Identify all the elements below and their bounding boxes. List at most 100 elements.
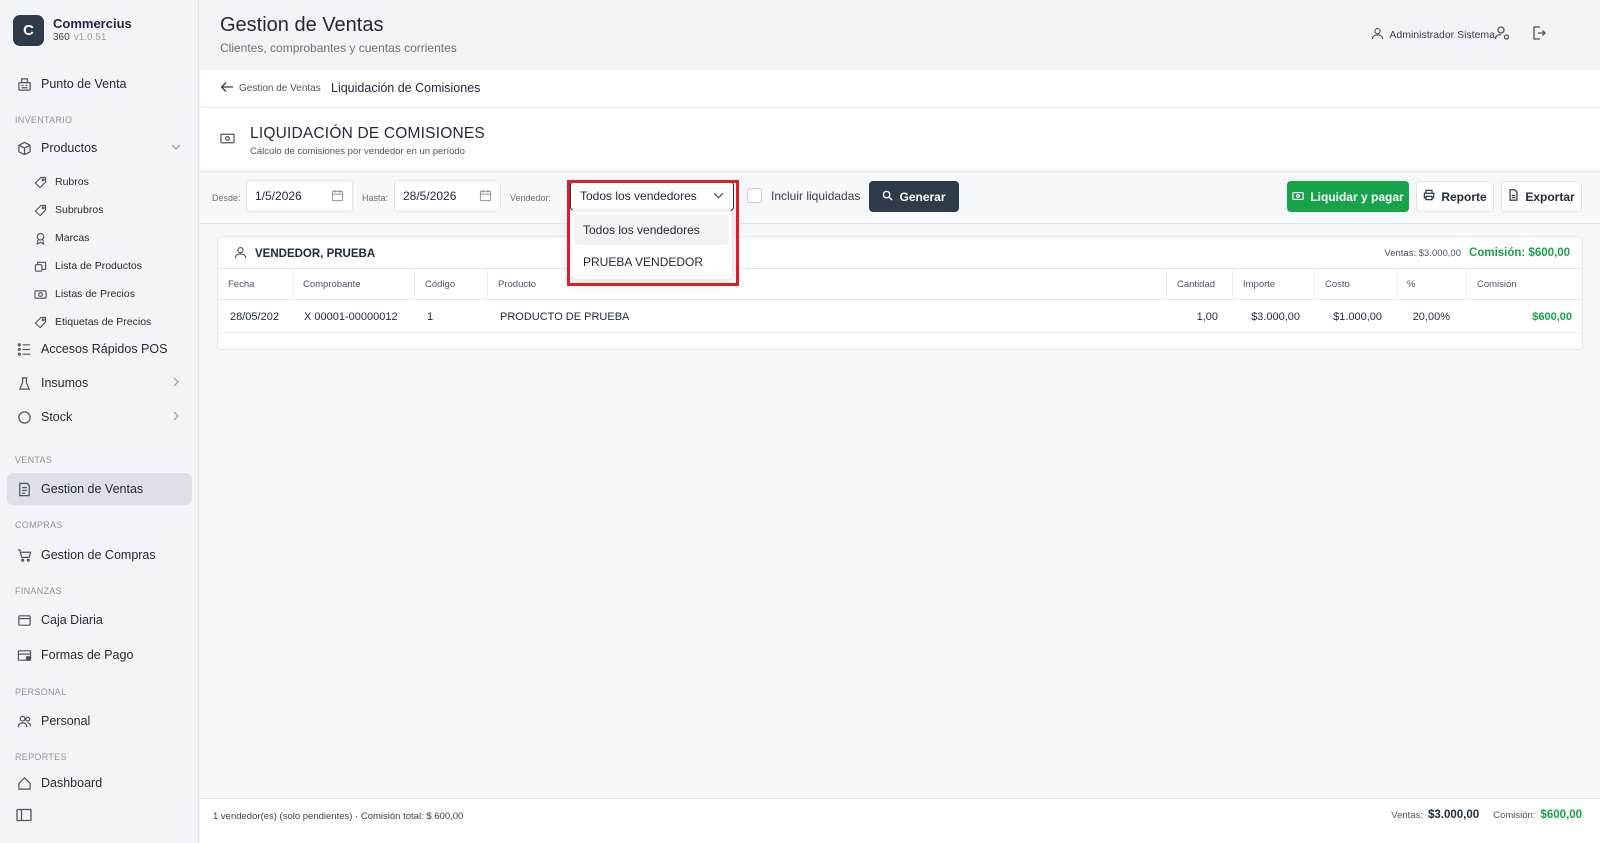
breadcrumb: Gestion de Ventas Liquidación de Comisio… bbox=[200, 70, 1600, 108]
footer-comision-value: $600,00 bbox=[1540, 809, 1582, 821]
box-icon bbox=[16, 140, 32, 156]
sidebar-item-formas-pago[interactable]: Formas de Pago bbox=[7, 639, 192, 671]
sidebar-item-label: Formas de Pago bbox=[41, 648, 134, 662]
section-label-compras: COMPRAS bbox=[15, 520, 63, 530]
tag-icon bbox=[33, 203, 47, 217]
cart-icon bbox=[16, 547, 32, 563]
sidebar-item-punto-venta[interactable]: Punto de Venta bbox=[7, 68, 192, 100]
dropdown-option-todos[interactable]: Todos los vendedores bbox=[574, 215, 729, 245]
vendedor-card: VENDEDOR, PRUEBA Ventas: $3.000,00 Comis… bbox=[217, 236, 1583, 350]
pos-register-icon bbox=[16, 76, 32, 92]
sidebar-item-caja-diaria[interactable]: Caja Diaria bbox=[7, 604, 192, 636]
table-row[interactable]: 28/05/202 X 00001-00000012 1 PRODUCTO DE… bbox=[218, 300, 1582, 333]
sidebar-item-gestion-compras[interactable]: Gestion de Compras bbox=[7, 539, 192, 571]
brand[interactable]: C Commercius 360 v1.0.51 bbox=[13, 15, 132, 46]
column-header[interactable]: Cantidad bbox=[1166, 269, 1232, 300]
cell-producto: PRODUCTO DE PRUEBA bbox=[500, 310, 630, 323]
sidebar-item-insumos[interactable]: Insumos bbox=[7, 367, 192, 399]
chevron-right-icon bbox=[170, 376, 182, 391]
app-name: Commercius bbox=[53, 15, 132, 31]
users-icon bbox=[16, 713, 32, 729]
sidebar-sub-label: Lista de Productos bbox=[55, 260, 142, 272]
sidebar-item-dashboard[interactable]: Dashboard bbox=[7, 772, 192, 794]
sidebar-sub-label: Etiquetas de Precios bbox=[55, 316, 152, 328]
app-edition: 360 bbox=[53, 31, 70, 43]
generar-button[interactable]: Generar bbox=[869, 181, 959, 212]
vendedor-label: Vendedor: bbox=[510, 193, 552, 203]
sidebar-sub-subrubros[interactable]: Subrubros bbox=[33, 198, 103, 222]
app-logo: C bbox=[13, 15, 44, 46]
cell-importe: $3.000,00 bbox=[1251, 310, 1300, 323]
reporte-button[interactable]: Reporte bbox=[1416, 181, 1494, 212]
column-header[interactable]: Comisión bbox=[1466, 269, 1582, 300]
column-header[interactable]: Código bbox=[414, 269, 487, 300]
tag-icon bbox=[33, 175, 47, 189]
sidebar-sub-rubros[interactable]: Rubros bbox=[33, 170, 89, 194]
breadcrumb-current: Liquidación de Comisiones bbox=[331, 81, 481, 95]
calendar-icon[interactable] bbox=[331, 189, 344, 205]
column-header[interactable]: % bbox=[1396, 269, 1466, 300]
sidebar-item-productos[interactable]: Productos bbox=[7, 132, 192, 164]
vendedor-comision: Comisión: $600,00 bbox=[1469, 247, 1570, 259]
hasta-value: 28/5/2026 bbox=[403, 189, 457, 203]
section-subtitle: Cálculo de comisiones por vendedor en un… bbox=[250, 146, 465, 157]
dropdown-option-prueba-vendedor[interactable]: PRUEBA VENDEDOR bbox=[574, 247, 729, 277]
column-header[interactable]: Fecha bbox=[218, 269, 292, 300]
user-name: Administrador Sistema bbox=[1389, 29, 1495, 41]
sidebar-sub-listas-precios[interactable]: Listas de Precios bbox=[33, 282, 135, 306]
logout-icon[interactable] bbox=[1531, 25, 1549, 43]
search-icon bbox=[882, 190, 899, 204]
table-header: Fecha Comprobante Código Producto Cantid… bbox=[218, 269, 1582, 300]
cell-fecha: 28/05/202 bbox=[230, 310, 279, 323]
section-label-inventario: INVENTARIO bbox=[15, 115, 73, 125]
breadcrumb-back-label: Gestion de Ventas bbox=[239, 83, 321, 94]
section-header: LIQUIDACIÓN DE COMISIONES Cálculo de com… bbox=[200, 108, 1600, 172]
sidebar-item-personal[interactable]: Personal bbox=[7, 705, 192, 737]
vendedor-name-label: VENDEDOR, PRUEBA bbox=[255, 248, 376, 260]
liquidar-pagar-label: Liquidar y pagar bbox=[1310, 189, 1404, 204]
sidebar-item-label: Productos bbox=[41, 141, 98, 155]
banknote-icon bbox=[1292, 190, 1310, 204]
sidebar-item-label: Punto de Venta bbox=[41, 77, 127, 91]
hasta-date-input[interactable]: 28/5/2026 bbox=[394, 180, 501, 212]
page-subtitle: Clientes, comprobantes y cuentas corrien… bbox=[220, 41, 457, 55]
vendedor-select[interactable]: Todos los vendedores bbox=[570, 181, 734, 211]
collapse-sidebar-icon[interactable] bbox=[16, 808, 32, 827]
sidebar-item-accesos-rapidos[interactable]: Accesos Rápidos POS bbox=[7, 333, 192, 365]
column-header[interactable]: Comprobante bbox=[292, 269, 414, 300]
incluir-liquidadas-label: Incluir liquidadas bbox=[771, 188, 861, 203]
sidebar-item-gestion-ventas[interactable]: Gestion de Ventas bbox=[7, 473, 192, 505]
exportar-button[interactable]: Exportar bbox=[1501, 181, 1582, 212]
desde-date-input[interactable]: 1/5/2026 bbox=[246, 180, 353, 212]
footer-ventas-value: $3.000,00 bbox=[1428, 809, 1480, 821]
breadcrumb-back-link[interactable]: Gestion de Ventas bbox=[220, 81, 321, 96]
main-content: Gestion de Ventas Liquidación de Comisio… bbox=[200, 70, 1600, 843]
column-header[interactable]: Costo bbox=[1314, 269, 1396, 300]
sidebar-item-label: Gestion de Ventas bbox=[41, 482, 144, 496]
wallet-icon bbox=[16, 612, 32, 628]
sidebar-sub-marcas[interactable]: Marcas bbox=[33, 226, 89, 250]
vendedor-ventas: Ventas: $3.000,00 bbox=[1384, 248, 1461, 259]
sidebar-sub-etiquetas-precios[interactable]: Etiquetas de Precios bbox=[33, 310, 151, 334]
section-label-personal: PERSONAL bbox=[15, 687, 67, 697]
sidebar-sub-label: Marcas bbox=[55, 232, 90, 244]
user-menu[interactable]: Administrador Sistema bbox=[1371, 27, 1495, 43]
boxes-icon bbox=[33, 259, 47, 273]
sidebar-sub-lista-productos[interactable]: Lista de Productos bbox=[33, 254, 142, 278]
column-header[interactable]: Importe bbox=[1232, 269, 1314, 300]
generar-label: Generar bbox=[899, 189, 946, 204]
sidebar-sub-label: Listas de Precios bbox=[55, 288, 135, 300]
sidebar-item-stock[interactable]: Stock bbox=[7, 401, 192, 433]
checkbox-box[interactable] bbox=[747, 188, 762, 203]
receipt-icon bbox=[16, 481, 32, 497]
sidebar-item-label: Personal bbox=[41, 714, 91, 728]
circle-icon bbox=[16, 409, 32, 425]
incluir-liquidadas-checkbox[interactable]: Incluir liquidadas bbox=[747, 188, 860, 203]
calendar-icon[interactable] bbox=[479, 189, 492, 205]
footer-ventas-label: Ventas: bbox=[1391, 810, 1423, 821]
user-settings-icon[interactable] bbox=[1494, 25, 1512, 43]
liquidar-pagar-button[interactable]: Liquidar y pagar bbox=[1287, 181, 1409, 212]
filters-bar: Desde: 1/5/2026 Hasta: 28/5/2026 Vendedo… bbox=[200, 172, 1600, 224]
vendedor-dropdown-menu: Todos los vendedores PRUEBA VENDEDOR bbox=[569, 210, 733, 280]
vendedor-selected-value: Todos los vendedores bbox=[580, 189, 697, 203]
